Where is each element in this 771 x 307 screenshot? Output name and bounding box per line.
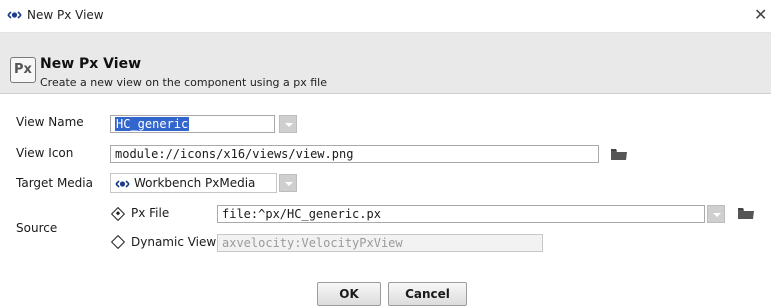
px-file-radio[interactable] [110, 206, 126, 222]
px-file-input[interactable]: file:^px/HC_generic.px [217, 205, 705, 223]
view-name-label: View Name [16, 115, 84, 129]
close-icon[interactable]: ✕ [754, 5, 767, 24]
target-media-dropdown-button[interactable] [279, 174, 297, 192]
dynamic-view-input[interactable]: axvelocity:VelocityPxView [217, 234, 543, 252]
target-media-value: Workbench PxMedia [134, 176, 256, 190]
dialog-subtitle: Create a new view on the component using… [40, 76, 328, 89]
cancel-button[interactable]: Cancel [388, 282, 467, 306]
view-name-dropdown-button[interactable] [279, 115, 297, 133]
folder-icon[interactable] [611, 148, 627, 160]
folder-icon[interactable] [738, 207, 754, 219]
window-title: New Px View [27, 8, 104, 22]
px-file-label: Px File [131, 206, 170, 220]
view-name-input[interactable]: HC_generic [110, 115, 275, 133]
target-media-label: Target Media [16, 176, 93, 190]
px-media-eye-icon [7, 11, 22, 19]
px-media-eye-icon [115, 180, 130, 188]
ok-button[interactable]: OK [317, 282, 381, 306]
px-file-dropdown-button[interactable] [707, 205, 725, 223]
dynamic-view-radio[interactable] [110, 234, 126, 250]
dynamic-view-label: Dynamic View [131, 235, 217, 249]
view-icon-input[interactable]: module://icons/x16/views/view.png [110, 145, 599, 163]
view-icon-label: View Icon [16, 146, 74, 160]
view-name-value: HC_generic [115, 117, 190, 131]
dialog-heading: New Px View [40, 56, 142, 72]
px-file-icon: Px [10, 57, 36, 83]
window-titlebar [0, 0, 771, 33]
source-label: Source [16, 221, 58, 235]
